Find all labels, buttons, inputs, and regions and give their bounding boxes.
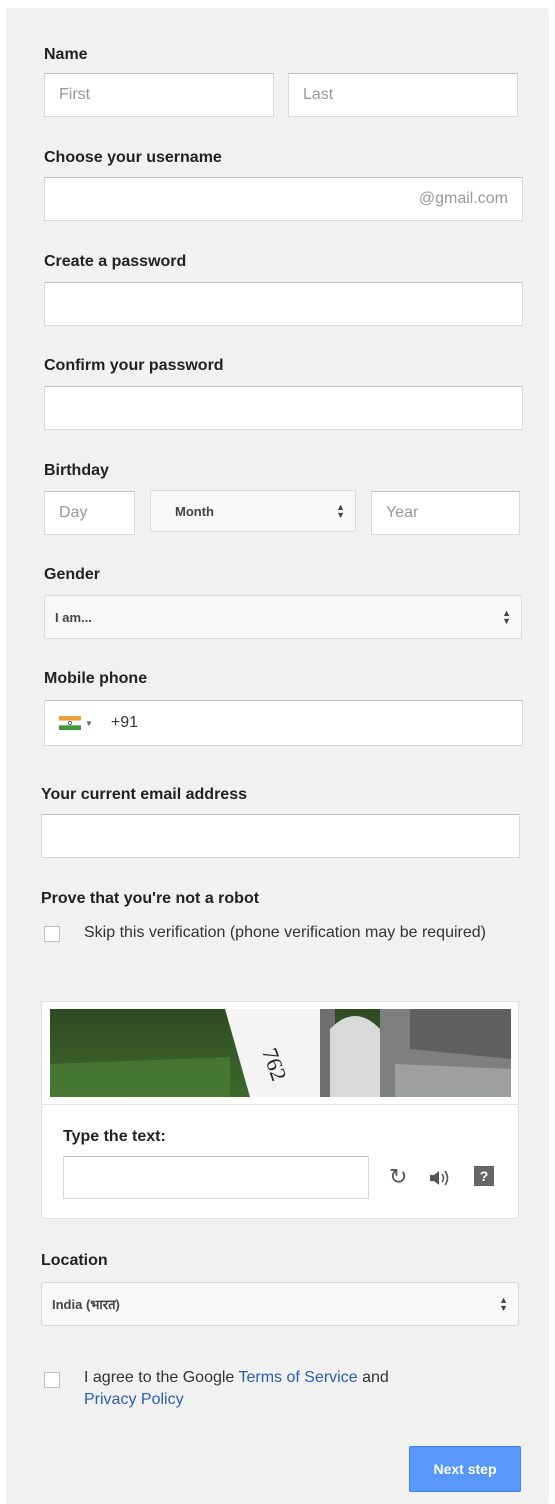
username-label: Choose your username (44, 149, 222, 166)
audio-icon[interactable] (427, 1168, 453, 1188)
gmail-suffix: @gmail.com (418, 190, 508, 207)
location-value: India (भारत) (52, 1297, 120, 1312)
current-email-label: Your current email address (41, 786, 247, 803)
last-name-input[interactable]: Last (288, 73, 518, 117)
india-flag-icon[interactable]: ▼ (59, 716, 93, 730)
username-input[interactable]: @gmail.com (44, 177, 523, 221)
location-select[interactable]: India (भारत) ▲ ▼ (41, 1282, 519, 1326)
gender-label: Gender (44, 566, 101, 583)
terms-text: I agree to the Google Terms of Service a… (84, 1367, 514, 1411)
refresh-icon[interactable]: ↻ (389, 1166, 407, 1188)
confirm-password-label: Confirm your password (44, 357, 224, 374)
select-arrows-icon: ▲ ▼ (499, 1295, 508, 1313)
signup-form-panel (6, 8, 549, 1504)
terms-checkbox[interactable] (44, 1372, 60, 1388)
terms-of-service-link[interactable]: Terms of Service (238, 1369, 357, 1386)
mobile-phone-input[interactable]: ▼ +91 (44, 700, 523, 746)
skip-verification-label: Skip this verification (phone verificati… (84, 924, 486, 941)
next-step-button[interactable]: Next step (409, 1446, 521, 1492)
help-icon[interactable]: ? (474, 1166, 494, 1186)
type-text-label: Type the text: (63, 1128, 166, 1145)
select-arrows-icon: ▲ ▼ (336, 502, 345, 520)
password-input[interactable] (44, 282, 523, 326)
location-label: Location (41, 1252, 108, 1269)
day-placeholder: Day (59, 504, 88, 521)
birthday-label: Birthday (44, 462, 109, 479)
birthday-month-select[interactable]: Month ▲ ▼ (150, 490, 356, 532)
first-name-placeholder: First (59, 86, 91, 103)
country-code: +91 (110, 714, 139, 731)
year-placeholder: Year (386, 504, 419, 521)
captcha-answer-input[interactable] (63, 1156, 369, 1199)
current-email-input[interactable] (41, 814, 520, 858)
captcha-image: 762 (50, 1009, 511, 1097)
terms-prefix: I agree to the Google (84, 1369, 239, 1386)
gender-value: I am... (55, 609, 92, 625)
first-name-input[interactable]: First (44, 73, 274, 117)
privacy-policy-link[interactable]: Privacy Policy (84, 1391, 184, 1408)
birthday-year-input[interactable]: Year (371, 491, 520, 535)
month-value: Month (175, 503, 214, 519)
terms-middle: and (357, 1369, 389, 1386)
mobile-phone-label: Mobile phone (44, 670, 148, 687)
captcha-heading: Prove that you're not a robot (41, 890, 260, 907)
last-name-placeholder: Last (303, 86, 334, 103)
captcha-divider (42, 1104, 518, 1105)
chevron-down-icon: ▼ (85, 718, 93, 728)
select-arrows-icon: ▲ ▼ (502, 608, 511, 626)
name-label: Name (44, 46, 88, 63)
gender-select[interactable]: I am... ▲ ▼ (44, 595, 522, 639)
birthday-day-input[interactable]: Day (44, 491, 135, 535)
skip-verification-checkbox[interactable] (44, 926, 60, 942)
confirm-password-input[interactable] (44, 386, 523, 430)
password-label: Create a password (44, 253, 187, 270)
